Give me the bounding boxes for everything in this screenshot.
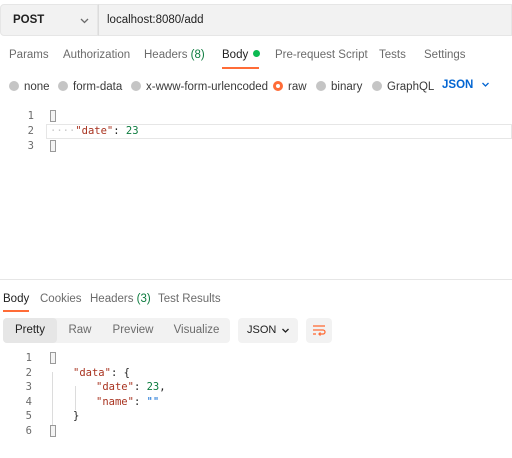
response-line: 3 "date": 23, [0, 381, 512, 395]
body-type-radios: none form-data x-www-form-urlencoded raw… [0, 76, 512, 96]
url-bar: POST localhost:8080/add [0, 4, 512, 36]
response-tab-cookies[interactable]: Cookies [40, 293, 82, 305]
line-number: 2 [27, 125, 34, 137]
json-number: 23 [125, 125, 139, 137]
line-number: 4 [25, 396, 32, 408]
method-select[interactable]: POST [0, 4, 98, 36]
brace-match-marker [50, 352, 56, 364]
wrap-lines-button[interactable] [306, 318, 332, 343]
method-label: POST [13, 14, 45, 26]
json-key: "data" [73, 367, 111, 379]
response-tab-test-results[interactable]: Test Results [158, 293, 221, 305]
url-input[interactable]: localhost:8080/add [98, 4, 512, 36]
radio-circle [131, 81, 141, 91]
code-close-brace [50, 140, 56, 153]
radio-graphql[interactable]: GraphQL [372, 79, 434, 95]
brace-match-marker [50, 140, 56, 152]
json-comma: , [159, 381, 166, 393]
line-number: 5 [25, 410, 32, 422]
chevron-down-icon [80, 18, 89, 24]
view-visualize-button[interactable]: Visualize [163, 318, 230, 343]
response-tab-headers[interactable]: Headers (3) [90, 293, 151, 305]
editor-line: 2 ····"date": 23 [0, 125, 512, 139]
line-number: 2 [25, 367, 32, 379]
brace-match-marker [50, 110, 56, 122]
code-open-brace [50, 110, 56, 123]
tab-body[interactable]: Body [222, 49, 261, 61]
response-format-dropdown[interactable]: JSON [238, 318, 298, 343]
radio-circle [372, 81, 382, 91]
json-key: "date" [96, 381, 134, 393]
json-colon: : [113, 125, 126, 137]
body-format-dropdown[interactable]: JSON [442, 79, 490, 91]
response-toolbar: Pretty Raw Preview Visualize JSON [0, 318, 512, 344]
tab-tests[interactable]: Tests [379, 49, 406, 61]
body-active-dot [253, 50, 261, 57]
radio-x-www-form-urlencoded[interactable]: x-www-form-urlencoded [131, 79, 268, 95]
tab-settings[interactable]: Settings [424, 49, 466, 61]
headers-count: (8) [190, 49, 205, 61]
active-tab-indicator [222, 67, 259, 69]
response-line: 6 [0, 425, 512, 439]
request-tabs: Params Authorization Headers (8) Body Pr… [0, 40, 512, 72]
code-data-line: "data": { [73, 367, 130, 379]
response-line: 5 } [0, 410, 512, 424]
view-raw-button[interactable]: Raw [57, 318, 103, 343]
url-text: localhost:8080/add [107, 14, 204, 26]
chevron-down-icon [282, 328, 289, 333]
editor-line: 3 [0, 140, 512, 154]
response-line: 4 "name": "" [0, 396, 512, 410]
view-pretty-button[interactable]: Pretty [3, 318, 57, 343]
json-string: "" [146, 396, 160, 408]
wrap-lines-icon [313, 325, 326, 336]
radio-circle-selected [273, 81, 283, 91]
chevron-down-icon [482, 82, 490, 87]
radio-none[interactable]: none [9, 79, 50, 95]
radio-circle [316, 81, 326, 91]
radio-circle [58, 81, 68, 91]
radio-raw[interactable]: raw [273, 79, 307, 95]
brace-match-marker [50, 425, 56, 437]
editor-line: 1 [0, 110, 512, 124]
radio-form-data[interactable]: form-data [58, 79, 122, 95]
line-number: 3 [27, 140, 34, 152]
tab-headers[interactable]: Headers (8) [144, 49, 205, 61]
line-number: 1 [25, 352, 32, 364]
response-body: 1 2 "data": { 3 "date": 23, 4 "name": ""… [0, 350, 512, 450]
radio-binary[interactable]: binary [316, 79, 362, 95]
tab-pre-request-script[interactable]: Pre-request Script [275, 49, 368, 61]
line-number: 3 [25, 381, 32, 393]
code-date-line: "date": 23, [96, 381, 166, 393]
code-open-brace [50, 352, 56, 365]
response-line: 2 "data": { [0, 367, 512, 381]
response-headers-count: (3) [136, 293, 151, 305]
json-key: "name" [96, 396, 134, 408]
tab-params[interactable]: Params [9, 49, 49, 61]
json-key: "date" [75, 125, 114, 137]
response-format-label: JSON [247, 324, 277, 336]
response-tabs: Body Cookies Headers (3) Test Results [0, 290, 512, 312]
tab-authorization[interactable]: Authorization [63, 49, 130, 61]
line-number: 1 [27, 110, 34, 122]
code-date-line: ····"date": 23 [50, 125, 139, 137]
response-view-segmented: Pretty Raw Preview Visualize [3, 318, 230, 343]
json-colon-brace: : { [110, 367, 130, 379]
code-close-inner-brace: } [73, 410, 80, 422]
response-line: 1 [0, 352, 512, 366]
response-active-tab-indicator [3, 310, 29, 312]
json-number: 23 [146, 381, 160, 393]
response-tab-body[interactable]: Body [3, 293, 29, 305]
code-name-line: "name": "" [96, 396, 160, 408]
view-preview-button[interactable]: Preview [103, 318, 163, 343]
line-number: 6 [25, 425, 32, 437]
radio-circle [9, 81, 19, 91]
code-close-brace [50, 425, 56, 438]
